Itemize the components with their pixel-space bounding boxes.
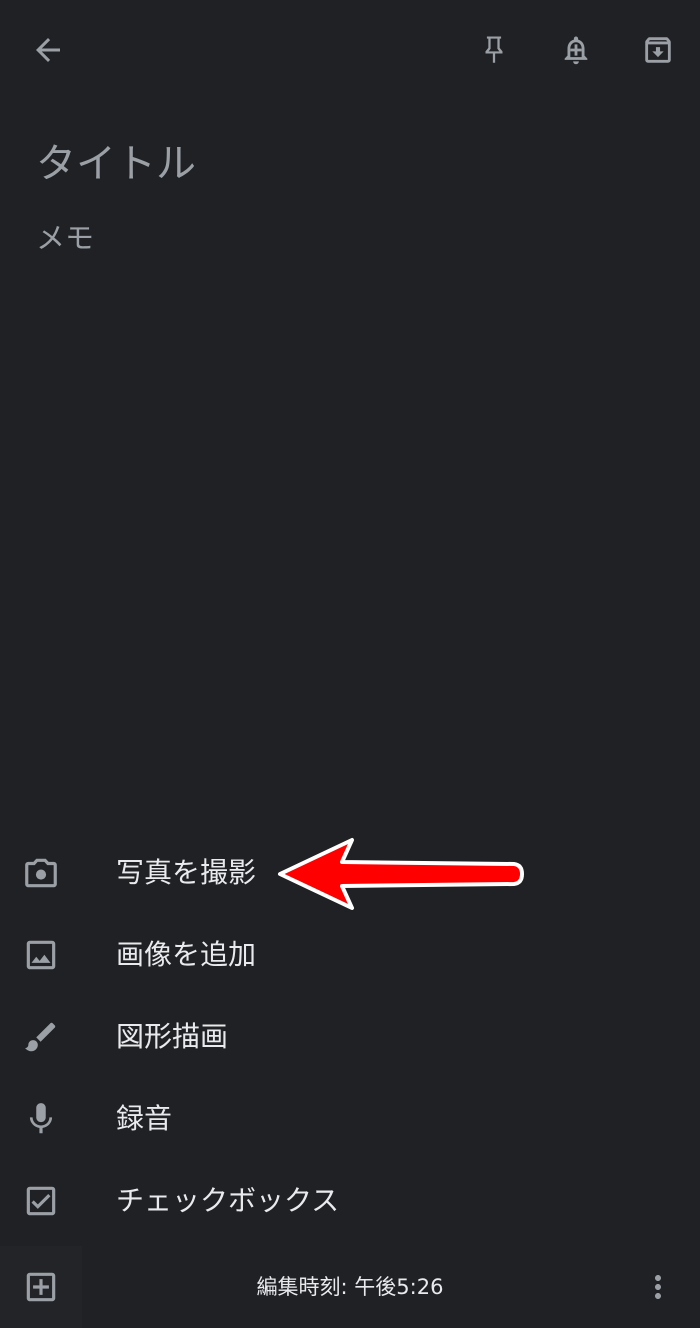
archive-icon [645, 37, 671, 63]
menu-item-label: チェックボックス [116, 1184, 340, 1217]
reminder-bell-icon [564, 36, 588, 65]
brush-icon [20, 1016, 62, 1058]
menu-item-label: 図形描画 [116, 1020, 229, 1053]
bottom-bar: 編集時刻: 午後5:26 [0, 1246, 700, 1328]
menu-item-recording[interactable]: 録音 [0, 1078, 700, 1160]
annotation-arrow-icon [278, 838, 524, 910]
menu-item-drawing[interactable]: 図形描画 [0, 996, 700, 1078]
menu-item-add-image[interactable]: 画像を追加 [0, 914, 700, 996]
top-toolbar [0, 0, 700, 100]
add-box-icon [26, 1272, 56, 1302]
more-vertical-icon [655, 1275, 661, 1299]
image-icon [20, 934, 62, 976]
menu-item-label: 画像を追加 [116, 938, 257, 971]
reminder-button[interactable] [552, 26, 600, 74]
add-content-button[interactable] [17, 1263, 65, 1311]
menu-item-checkbox[interactable]: チェックボックス [0, 1160, 700, 1242]
title-input[interactable]: タイトル [36, 136, 656, 192]
arrow-back-icon [36, 38, 60, 62]
mic-icon [20, 1098, 62, 1140]
checkbox-icon [20, 1180, 62, 1222]
back-button[interactable] [24, 26, 72, 74]
archive-button[interactable] [634, 26, 682, 74]
menu-item-label: 録音 [116, 1102, 173, 1135]
pin-button[interactable] [470, 26, 518, 74]
menu-item-label: 写真を撮影 [116, 856, 257, 889]
camera-icon [20, 852, 62, 894]
note-body-input[interactable]: メモ [36, 216, 656, 260]
pin-icon [485, 36, 503, 63]
edited-time-label: 編集時刻: 午後5:26 [256, 1275, 444, 1299]
more-options-button[interactable] [634, 1263, 682, 1311]
